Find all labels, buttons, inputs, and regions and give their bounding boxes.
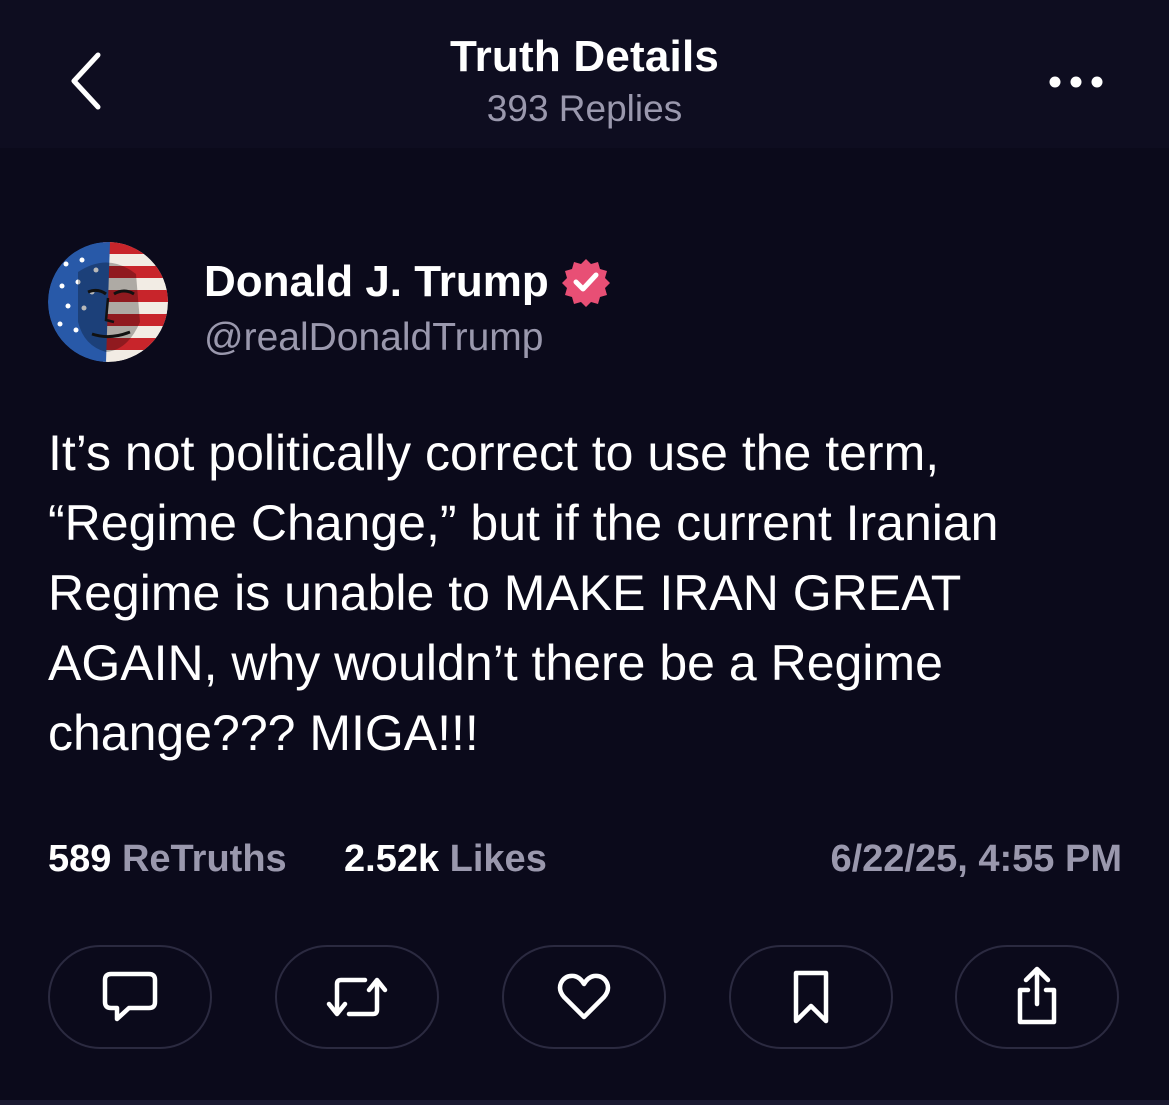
more-options-button[interactable] [1040,62,1112,102]
verified-badge [561,257,611,307]
likes-count: 2.52k [344,838,440,880]
share-button[interactable] [955,945,1119,1049]
bottom-divider [0,1100,1169,1105]
post-timestamp: 6/22/25, 4:55 PM [830,838,1122,880]
like-button[interactable] [502,945,666,1049]
reply-count: 393 Replies [486,88,683,129]
page-title: Truth Details [449,32,720,81]
post-text: It’s not politically correct to use the … [48,425,999,761]
truth-details-screen: Truth Details 393 Replies Donald J. Trum… [0,0,1169,1105]
likes-label: Likes [449,838,547,880]
avatar[interactable] [48,242,168,362]
retruth-button[interactable] [275,945,439,1049]
likes-stat[interactable]: 2.52k Likes [344,838,547,881]
bookmark-icon [793,970,829,1024]
retruths-count: 589 [48,838,112,880]
bookmark-button[interactable] [729,945,893,1049]
avatar-image [48,242,168,362]
more-horizontal-icon [1049,76,1103,88]
retruths-label: ReTruths [121,838,287,880]
retruths-stat[interactable]: 589 ReTruths [48,838,287,881]
comment-icon [102,971,158,1022]
top-navigation-bar: Truth Details 393 Replies [0,0,1169,148]
author-name[interactable]: Donald J. Trump [204,257,549,307]
share-icon [1017,966,1057,1025]
reply-button[interactable] [48,945,212,1049]
heart-icon [557,973,611,1020]
verified-badge-icon [561,259,610,307]
post-stats: 589 ReTruths 2.52k Likes 6/22/25, 4:55 P… [48,838,1122,886]
retruth-icon [326,977,388,1017]
author-handle[interactable]: @realDonaldTrump [204,316,543,360]
author-name-row: Donald J. Trump [204,254,611,310]
